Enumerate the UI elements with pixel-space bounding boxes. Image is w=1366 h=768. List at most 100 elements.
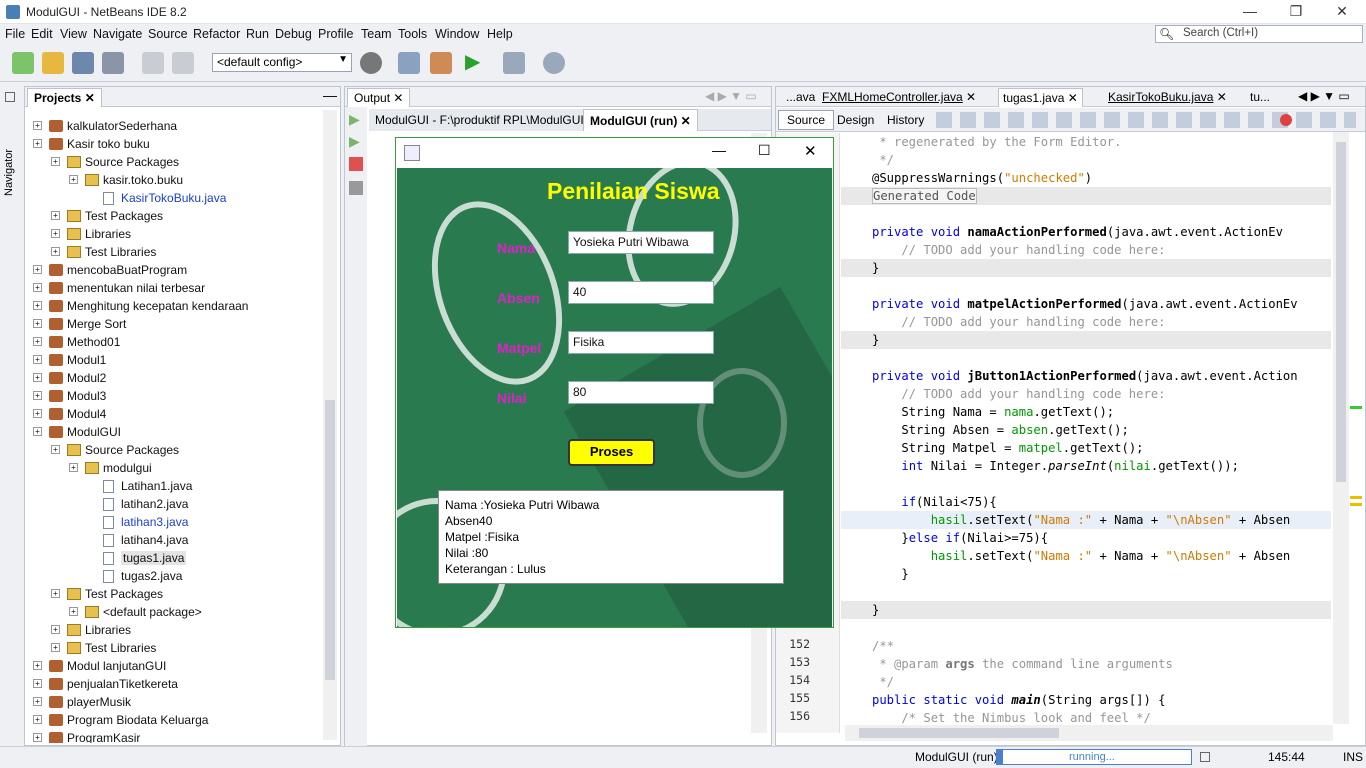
code-line[interactable]: @SuppressWarnings("unchecked") [872, 169, 1092, 187]
tab-output[interactable]: Output ✕ [347, 88, 411, 107]
code-line[interactable]: } [872, 565, 908, 583]
projects-scrollbar[interactable] [323, 110, 337, 740]
new-project-icon[interactable] [42, 52, 64, 74]
vscroll-thumb[interactable] [1336, 142, 1346, 482]
expand-toggle-icon[interactable]: + [33, 301, 42, 310]
build-icon[interactable] [398, 52, 420, 74]
profile-icon[interactable] [543, 52, 565, 74]
minimize-panel-icon[interactable]: — [323, 87, 337, 103]
tree-item[interactable]: tugas2.java [25, 567, 323, 585]
open-project-icon[interactable] [72, 52, 94, 74]
tree-item[interactable]: + kasir.toko.buku [25, 171, 323, 189]
tree-item[interactable]: + ProgramKasir [25, 729, 323, 743]
menu-profile[interactable]: Profile [318, 27, 353, 41]
scroll-thumb[interactable] [325, 400, 335, 680]
editor-vscroll[interactable] [1333, 132, 1349, 724]
code-line[interactable]: String Nama = nama.getText(); [872, 403, 1114, 421]
navigator-tab[interactable]: Navigator [3, 106, 15, 196]
menu-help[interactable]: Help [487, 27, 513, 41]
editor-action-icons[interactable] [936, 112, 1356, 128]
app-close-button[interactable]: ✕ [804, 142, 817, 160]
code-line[interactable]: private void jButton1ActionPerformed(jav… [872, 367, 1298, 385]
menu-navigate[interactable]: Navigate [93, 27, 142, 41]
expand-toggle-icon[interactable]: + [33, 265, 42, 274]
error-stripe-mark[interactable] [1350, 406, 1362, 409]
tree-item[interactable]: + Test Libraries [25, 243, 323, 261]
tree-item[interactable]: + Modul1 [25, 351, 323, 369]
tree-item[interactable]: + Test Libraries [25, 639, 323, 657]
expand-toggle-icon[interactable]: + [33, 139, 42, 148]
settings-icon[interactable] [349, 181, 363, 195]
code-line[interactable]: hasil.setText("Nama :" + Nama + "\nAbsen… [872, 511, 1291, 529]
menu-edit[interactable]: Edit [31, 27, 53, 41]
code-line[interactable]: /** [872, 637, 894, 655]
tree-item[interactable]: + kalkulatorSederhana [25, 117, 323, 135]
scroll-left-icon[interactable]: ◀ ▶ ▼ ▭ [705, 89, 757, 103]
menu-window[interactable]: Window [435, 27, 479, 41]
tree-item[interactable]: + penjualanTiketkereta [25, 675, 323, 693]
tree-item[interactable]: + Libraries [25, 225, 323, 243]
expand-toggle-icon[interactable]: + [33, 427, 42, 436]
tab-fxmlhomecontroller[interactable]: FXMLHomeController.java ✕ [818, 88, 980, 107]
tree-item[interactable]: latihan3.java [25, 513, 323, 531]
expand-toggle-icon[interactable]: + [33, 679, 42, 688]
clean-build-icon[interactable] [430, 52, 452, 74]
expand-toggle-icon[interactable]: + [69, 463, 78, 472]
progress-bar[interactable]: running... [996, 749, 1192, 765]
code-line[interactable]: int Nilai = Integer.parseInt(nilai.getTe… [872, 457, 1239, 475]
tree-item[interactable]: + Libraries [25, 621, 323, 639]
code-line[interactable]: if(Nilai<75){ [872, 493, 996, 511]
result-textarea[interactable]: Nama :Yosieka Putri Wibawa Absen40 Matpe… [438, 490, 784, 584]
code-line[interactable]: } [872, 331, 879, 349]
app-minimize-button[interactable]: — [712, 142, 726, 158]
close-progress-icon[interactable] [1200, 752, 1210, 762]
expand-toggle-icon[interactable]: + [51, 229, 60, 238]
tab-output-run[interactable]: ModulGUI (run) ✕ [583, 109, 698, 131]
tab-nav-icons[interactable]: ◀ ▶ ▼ ▭ [1298, 89, 1350, 103]
menu-file[interactable]: File [5, 27, 25, 41]
expand-toggle-icon[interactable]: + [51, 247, 60, 256]
expand-toggle-icon[interactable]: + [33, 409, 42, 418]
tree-item[interactable]: + Merge Sort [25, 315, 323, 333]
tree-item[interactable]: + Method01 [25, 333, 323, 351]
expand-toggle-icon[interactable]: + [33, 715, 42, 724]
proses-button[interactable]: Proses [568, 439, 655, 466]
tree-item[interactable]: + Modul lanjutanGUI [25, 657, 323, 675]
code-line[interactable]: String Absen = absen.getText(); [872, 421, 1128, 439]
code-line[interactable]: */ [872, 151, 894, 169]
expand-toggle-icon[interactable]: + [33, 733, 42, 742]
stop-icon[interactable] [349, 157, 363, 171]
tree-item[interactable]: + ModulGUI [25, 423, 323, 441]
expand-toggle-icon[interactable]: + [51, 589, 60, 598]
expand-toggle-icon[interactable]: + [69, 607, 78, 616]
code-area[interactable]: * regenerated by the Form Editor. */@Sup… [776, 133, 1332, 733]
menu-debug[interactable]: Debug [275, 27, 312, 41]
expand-toggle-icon[interactable]: + [33, 697, 42, 706]
tree-item[interactable]: + modulgui [25, 459, 323, 477]
expand-toggle-icon[interactable]: + [33, 319, 42, 328]
app-maximize-button[interactable]: ☐ [758, 142, 771, 159]
tree-item[interactable]: latihan2.java [25, 495, 323, 513]
menu-refactor[interactable]: Refactor [193, 27, 240, 41]
tree-item[interactable]: + <default package> [25, 603, 323, 621]
minimize-button[interactable]: — [1227, 0, 1273, 24]
tree-item[interactable]: + mencobaBuatProgram [25, 261, 323, 279]
tree-item[interactable]: + Menghitung kecepatan kendaraan [25, 297, 323, 315]
code-line[interactable]: private void matpelActionPerformed(java.… [872, 295, 1298, 313]
expand-toggle-icon[interactable]: + [33, 661, 42, 670]
code-line[interactable]: */ [872, 673, 894, 691]
expand-toggle-icon[interactable]: + [33, 121, 42, 130]
expand-toggle-icon[interactable]: + [69, 175, 78, 184]
tree-item[interactable]: + Program Biodata Keluarga [25, 711, 323, 729]
expand-toggle-icon[interactable]: + [51, 211, 60, 220]
tree-item[interactable]: + Source Packages [25, 441, 323, 459]
tree-item[interactable]: tugas1.java [25, 549, 323, 567]
tree-item[interactable]: Latihan1.java [25, 477, 323, 495]
menu-tools[interactable]: Tools [398, 27, 427, 41]
history-button[interactable]: History [878, 110, 933, 130]
design-button[interactable]: Design [828, 110, 883, 130]
run-icon[interactable]: ▶ [465, 52, 487, 74]
redo-icon[interactable] [172, 52, 194, 74]
expand-toggle-icon[interactable]: + [51, 445, 60, 454]
rerun-icon[interactable]: ▶ [349, 111, 360, 128]
